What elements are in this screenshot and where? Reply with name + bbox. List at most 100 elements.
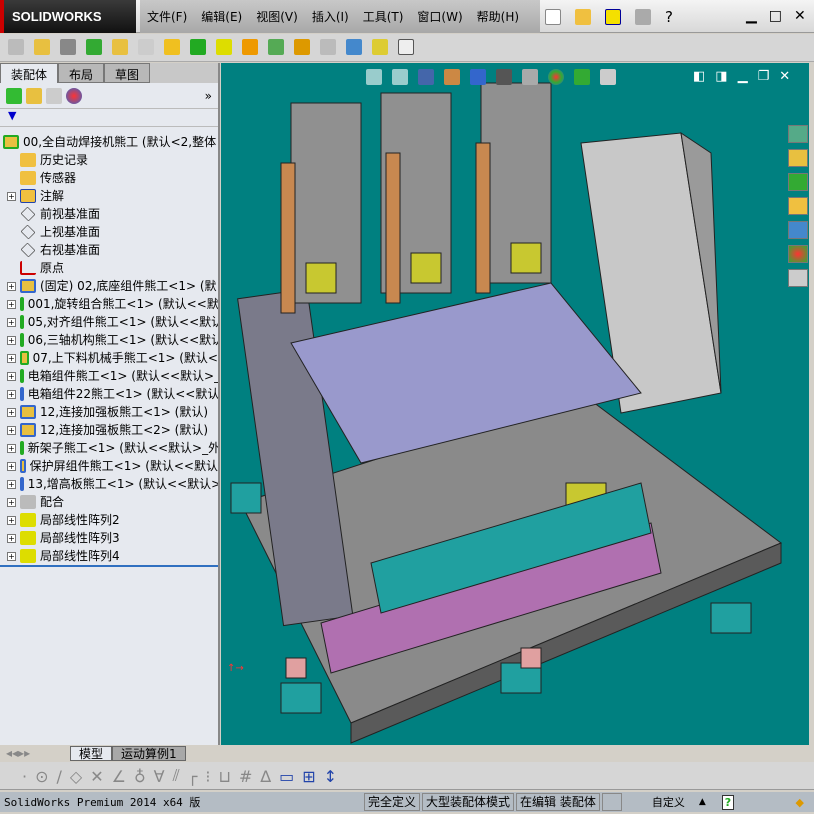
tree-item[interactable]: 前视基准面 — [0, 205, 218, 223]
tree-item[interactable]: 00,全自动焊接机熊工 (默认<2,整体 — [0, 133, 218, 151]
zoom-area-icon[interactable] — [392, 69, 408, 85]
reference-geometry-icon[interactable] — [216, 39, 232, 55]
tree-item[interactable]: + 保护屏组件熊工<1> (默认<<默认 — [0, 457, 218, 475]
filter-icon[interactable]: ▼ — [8, 109, 16, 122]
linear-pattern-icon[interactable] — [86, 39, 102, 55]
explode-line-icon[interactable] — [320, 39, 336, 55]
table-icon[interactable]: ⊞ — [302, 767, 315, 786]
tree-item[interactable]: 原点 — [0, 259, 218, 277]
clearance-icon[interactable] — [372, 39, 388, 55]
expand-toggle-icon[interactable]: + — [7, 191, 16, 201]
tree-item[interactable]: + 电箱组件熊工<1> (默认<<默认>_ — [0, 367, 218, 385]
menu-file[interactable]: 文件(F) — [140, 8, 194, 25]
expand-toggle-icon[interactable]: + — [7, 551, 16, 561]
line-icon[interactable]: / — [57, 767, 62, 786]
tree-item[interactable]: 传感器 — [0, 169, 218, 187]
rebuild-status-icon[interactable]: ◆ — [796, 796, 804, 809]
expand-toggle-icon[interactable]: + — [7, 317, 16, 327]
snapshot-icon[interactable] — [398, 39, 414, 55]
tree-item[interactable]: + 注解 — [0, 187, 218, 205]
expand-toggle-icon[interactable]: + — [7, 281, 16, 291]
view-orientation-icon[interactable] — [470, 69, 486, 85]
tree-item[interactable]: + 配合 — [0, 493, 218, 511]
expand-toggle-icon[interactable]: + — [7, 461, 16, 471]
move-axis-icon[interactable]: ↕ — [324, 767, 337, 786]
tree-item[interactable]: 右视基准面 — [0, 241, 218, 259]
tree-item[interactable]: +001,旋转组合熊工<1> (默认<<默 — [0, 295, 218, 313]
tree-item[interactable]: +12,连接加强板熊工<1> (默认) — [0, 403, 218, 421]
apply-scene-icon[interactable] — [574, 69, 590, 85]
tree-item[interactable]: +05,对齐组件熊工<1> (默认<<默认 — [0, 313, 218, 331]
design-library-icon[interactable] — [788, 173, 808, 191]
expand-toggle-icon[interactable]: + — [7, 443, 16, 453]
tree-item[interactable]: 历史记录 — [0, 151, 218, 169]
mate-icon[interactable] — [60, 39, 76, 55]
angle-icon[interactable]: ∆ — [260, 767, 271, 786]
extend-icon[interactable]: ∠ — [112, 767, 126, 786]
resources-icon[interactable] — [788, 125, 808, 143]
tab-assembly[interactable]: 装配体 — [0, 63, 59, 83]
print-icon[interactable] — [635, 9, 651, 25]
file-explorer-icon[interactable] — [788, 197, 808, 215]
configuration-manager-icon[interactable] — [46, 87, 62, 104]
interference-icon[interactable] — [346, 39, 362, 55]
insert-component-icon[interactable] — [34, 39, 50, 55]
expand-toggle-icon[interactable]: + — [7, 407, 16, 417]
expand-toggle-icon[interactable]: + — [7, 515, 16, 525]
units-up-arrow-icon[interactable]: ▲ — [699, 797, 706, 807]
units-selector[interactable]: 自定义 — [652, 794, 685, 810]
trim-icon[interactable]: ✕ — [90, 767, 103, 786]
menu-help[interactable]: 帮助(H) — [470, 8, 526, 25]
show-hidden-icon[interactable] — [164, 39, 180, 55]
home-icon[interactable] — [788, 149, 808, 167]
exploded-view-icon[interactable] — [294, 39, 310, 55]
tree-item[interactable]: + 电箱组件22熊工<1> (默认<<默认 — [0, 385, 218, 403]
view-palette-icon[interactable] — [788, 221, 808, 239]
graphics-area[interactable]: ◧ ◨ ▁ ❐ ✕ ↑→ — [221, 63, 809, 745]
circle-icon[interactable]: ⊙ — [35, 767, 48, 786]
tree-item[interactable]: + 局部线性阵列4 — [0, 547, 218, 565]
chamfer-icon[interactable]: ∀ — [154, 767, 165, 786]
menu-edit[interactable]: 编辑(E) — [194, 8, 249, 25]
help-icon[interactable]: ? — [665, 8, 673, 26]
minimize-button[interactable]: ▁ — [746, 8, 757, 24]
new-document-icon[interactable] — [545, 9, 561, 25]
viewport-next-icon[interactable]: ◨ — [715, 69, 727, 84]
previous-view-icon[interactable] — [418, 69, 434, 85]
feature-manager-icon[interactable] — [6, 87, 22, 104]
fillet-icon[interactable]: ♁ — [134, 767, 146, 786]
expand-toggle-icon[interactable]: + — [7, 425, 16, 435]
tree-item[interactable]: +12,连接加强板熊工<2> (默认) — [0, 421, 218, 439]
assembly-features-icon[interactable] — [190, 39, 206, 55]
expand-toggle-icon[interactable]: + — [7, 479, 16, 489]
tab-model[interactable]: 模型 — [70, 745, 113, 761]
expand-toggle-icon[interactable]: + — [7, 533, 16, 543]
display-style-icon[interactable] — [496, 69, 512, 85]
help-question-icon[interactable]: ? — [721, 794, 735, 810]
expand-toggle-icon[interactable]: + — [7, 335, 16, 345]
polygon-icon[interactable]: ◇ — [70, 767, 82, 786]
tab-layout[interactable]: 布局 — [58, 63, 105, 83]
expand-toggle-icon[interactable]: + — [7, 299, 16, 309]
hide-show-items-icon[interactable] — [522, 69, 538, 85]
smart-fasteners-icon[interactable] — [112, 39, 128, 55]
offset-icon[interactable]: ⫽ — [173, 766, 180, 786]
tree-item[interactable]: + 局部线性阵列3 — [0, 529, 218, 547]
close-button[interactable]: ✕ — [794, 8, 806, 24]
menu-tools[interactable]: 工具(T) — [356, 8, 411, 25]
viewport-minimize-button[interactable]: ▁ — [738, 69, 748, 84]
open-icon[interactable] — [575, 9, 591, 25]
tree-item[interactable]: +13,增高板熊工<1> (默认<<默认> — [0, 475, 218, 493]
expand-toggle-icon[interactable]: + — [7, 389, 16, 399]
window-icon[interactable]: ▭ — [279, 767, 294, 786]
expand-toggle-icon[interactable]: + — [7, 371, 16, 381]
zoom-to-fit-icon[interactable] — [366, 69, 382, 85]
tab-scroll-arrows[interactable]: ◂◂▸▸ — [0, 746, 70, 760]
section-view-icon[interactable] — [444, 69, 460, 85]
tree-item[interactable]: 上视基准面 — [0, 223, 218, 241]
appearances-icon[interactable] — [788, 245, 808, 263]
corner-icon[interactable]: ┌ — [188, 767, 198, 786]
move-component-icon[interactable] — [138, 39, 154, 55]
tree-item[interactable]: + 局部线性阵列2 — [0, 511, 218, 529]
viewport-restore-button[interactable]: ❐ — [758, 69, 770, 84]
